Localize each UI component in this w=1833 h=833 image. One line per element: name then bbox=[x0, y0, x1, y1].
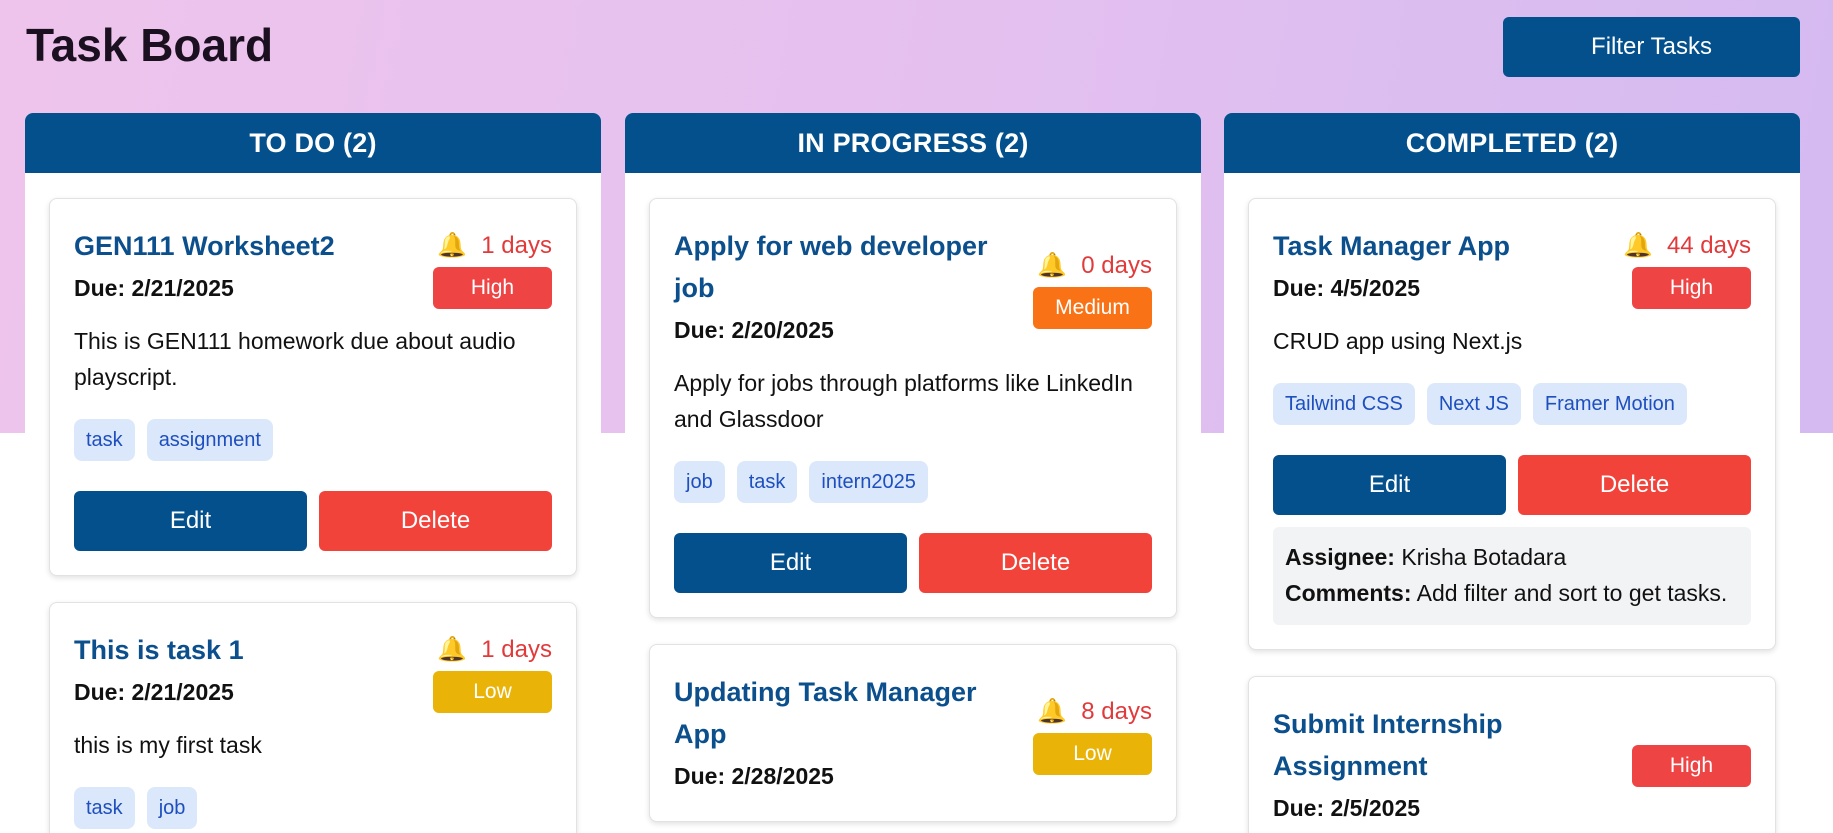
task-due-date: Due: 2/5/2025 bbox=[1273, 795, 1421, 821]
tag: job bbox=[146, 787, 198, 829]
task-tags: job task intern2025 bbox=[674, 461, 1152, 503]
task-due-date: Due: 4/5/2025 bbox=[1273, 275, 1421, 301]
task-due-date: Due: 2/21/2025 bbox=[74, 275, 234, 301]
column-body-completed[interactable]: Task Manager App Due: 4/5/2025 🔔 44 days… bbox=[1224, 173, 1800, 833]
task-description: this is my first task bbox=[74, 732, 262, 758]
tag: intern2025 bbox=[809, 461, 928, 503]
task-tags: task job bbox=[74, 787, 552, 829]
task-card[interactable]: Task Manager App Due: 4/5/2025 🔔 44 days… bbox=[1248, 198, 1776, 650]
bell-icon: 🔔 bbox=[1623, 232, 1653, 259]
task-title: Submit Internship Assignment bbox=[1273, 709, 1503, 781]
priority-badge: Low bbox=[1033, 733, 1152, 775]
edit-task-button[interactable]: Edit bbox=[1273, 455, 1506, 515]
priority-badge: High bbox=[1632, 745, 1751, 787]
tag: Next JS bbox=[1426, 383, 1521, 425]
days-remaining: 🔔 1 days bbox=[437, 629, 552, 671]
tag: task bbox=[74, 787, 135, 829]
task-title: Task Manager App bbox=[1273, 231, 1511, 261]
task-actions: Edit Delete bbox=[74, 491, 552, 551]
delete-task-button[interactable]: Delete bbox=[1518, 455, 1751, 515]
assignee-label: Assignee: bbox=[1285, 544, 1395, 570]
tag: job bbox=[674, 461, 725, 503]
bell-icon: 🔔 bbox=[1037, 252, 1068, 279]
column-header-completed: COMPLETED (2) bbox=[1224, 113, 1800, 173]
column-completed: COMPLETED (2) Task Manager App Due: 4/5/… bbox=[1224, 113, 1800, 833]
column-in-progress: IN PROGRESS (2) Apply for web developer … bbox=[625, 113, 1201, 833]
task-card[interactable]: Apply for web developer job Due: 2/20/20… bbox=[649, 198, 1177, 618]
days-remaining: 🔔 0 days bbox=[1037, 245, 1152, 287]
task-meta: Assignee: Krisha Botadara Comments: Add … bbox=[1273, 527, 1751, 625]
assignee-row: Assignee: Krisha Botadara bbox=[1285, 539, 1739, 575]
column-todo: TO DO (2) GEN111 Worksheet2 Due: 2/21/20… bbox=[25, 113, 601, 833]
column-header-todo: TO DO (2) bbox=[25, 113, 601, 173]
task-description: CRUD app using Next.js bbox=[1273, 328, 1523, 354]
task-description: Apply for jobs through platforms like Li… bbox=[674, 370, 1133, 432]
bell-icon: 🔔 bbox=[437, 636, 468, 663]
task-tags: Tailwind CSS Next JS Framer Motion bbox=[1273, 383, 1751, 425]
task-actions: Edit Delete bbox=[1273, 455, 1751, 515]
filter-tasks-button[interactable]: Filter Tasks bbox=[1503, 17, 1800, 77]
days-remaining-text: 8 days bbox=[1081, 698, 1152, 725]
column-body-todo[interactable]: GEN111 Worksheet2 Due: 2/21/2025 🔔 1 day… bbox=[25, 173, 601, 833]
tag: task bbox=[74, 419, 135, 461]
days-remaining: 🔔 44 days bbox=[1623, 225, 1751, 267]
task-description: This is GEN111 homework due about audio … bbox=[74, 328, 516, 390]
priority-badge: High bbox=[433, 267, 552, 309]
delete-task-button[interactable]: Delete bbox=[919, 533, 1152, 593]
priority-badge: Medium bbox=[1033, 287, 1152, 329]
days-remaining-text: 0 days bbox=[1081, 252, 1152, 279]
column-body-in-progress[interactable]: Apply for web developer job Due: 2/20/20… bbox=[625, 173, 1201, 822]
task-actions: Edit Delete bbox=[674, 533, 1152, 593]
task-title: Updating Task Manager App bbox=[674, 677, 977, 749]
task-card[interactable]: Updating Task Manager App Due: 2/28/2025… bbox=[649, 644, 1177, 822]
task-title: GEN111 Worksheet2 bbox=[74, 231, 335, 261]
days-remaining-text: 1 days bbox=[481, 232, 552, 259]
tag: Tailwind CSS bbox=[1273, 383, 1415, 425]
delete-task-button[interactable]: Delete bbox=[319, 491, 552, 551]
page-title: Task Board bbox=[26, 19, 274, 71]
bell-icon: 🔔 bbox=[1037, 698, 1068, 725]
task-card[interactable]: This is task 1 Due: 2/21/2025 🔔 1 days L… bbox=[49, 602, 577, 833]
task-card[interactable]: GEN111 Worksheet2 Due: 2/21/2025 🔔 1 day… bbox=[49, 198, 577, 576]
task-card[interactable]: Submit Internship Assignment Due: 2/5/20… bbox=[1248, 676, 1776, 833]
bell-icon: 🔔 bbox=[437, 232, 468, 259]
comments-text: Add filter and sort to get tasks. bbox=[1416, 580, 1728, 606]
days-remaining: 🔔 1 days bbox=[437, 225, 552, 267]
comments-label: Comments: bbox=[1285, 580, 1412, 606]
task-tags: task assignment bbox=[74, 419, 552, 461]
tag: task bbox=[736, 461, 798, 503]
edit-task-button[interactable]: Edit bbox=[74, 491, 307, 551]
days-remaining: 🔔 8 days bbox=[1037, 691, 1152, 733]
tag: Framer Motion bbox=[1532, 383, 1687, 425]
priority-badge: High bbox=[1632, 267, 1751, 309]
task-due-date: Due: 2/28/2025 bbox=[674, 763, 834, 789]
task-due-date: Due: 2/21/2025 bbox=[74, 679, 234, 705]
task-due-date: Due: 2/20/2025 bbox=[674, 317, 834, 343]
priority-badge: Low bbox=[433, 671, 552, 713]
comments-row: Comments: Add filter and sort to get tas… bbox=[1285, 575, 1739, 611]
tag: assignment bbox=[146, 419, 273, 461]
assignee-name: Krisha Botadara bbox=[1401, 544, 1567, 570]
column-header-in-progress: IN PROGRESS (2) bbox=[625, 113, 1201, 173]
task-title: This is task 1 bbox=[74, 635, 244, 665]
days-remaining-text: 44 days bbox=[1666, 232, 1751, 259]
task-title: Apply for web developer job bbox=[674, 231, 988, 303]
edit-task-button[interactable]: Edit bbox=[674, 533, 907, 593]
days-remaining-text: 1 days bbox=[481, 636, 552, 663]
